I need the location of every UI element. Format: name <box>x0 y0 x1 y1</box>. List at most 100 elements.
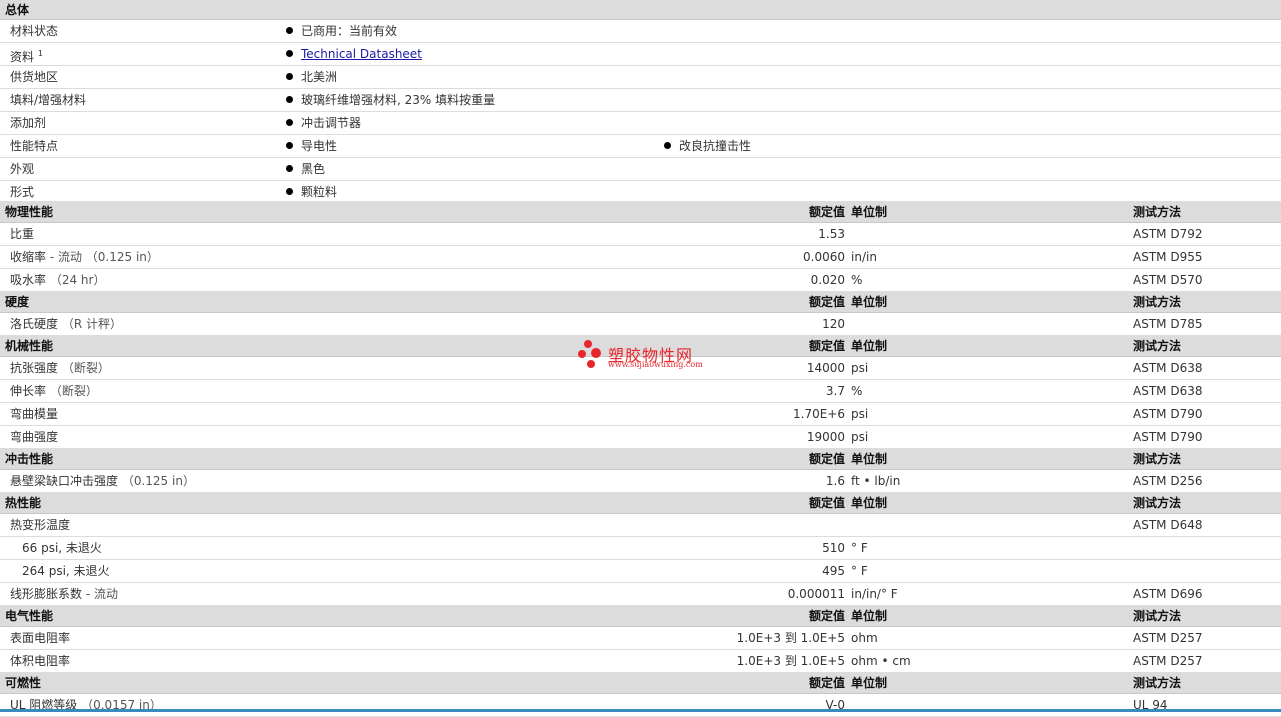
property-label: 抗张强度 （断裂） <box>10 357 110 379</box>
property-row: 264 psi, 未退火 495 ° F <box>0 560 1281 583</box>
property-unit: psi <box>851 430 869 444</box>
property-unit: ° F <box>851 564 868 578</box>
property-test-method: ASTM D257 <box>1133 631 1203 645</box>
property-test-method: ASTM D570 <box>1133 273 1203 287</box>
watermark-url: www.sujiaowuxing.com <box>608 360 703 369</box>
property-test-method: ASTM D792 <box>1133 227 1203 241</box>
property-condition: （24 hr） <box>46 273 106 287</box>
property-value: 3.7 <box>825 384 845 398</box>
property-name: 热变形温度 <box>10 518 71 532</box>
property-name: 66 psi, 未退火 <box>22 541 102 555</box>
property-row: UL 阻燃等级 （0.0157 in） V-0 UL 94 <box>0 694 1281 717</box>
property-test-method: ASTM D955 <box>1133 250 1203 264</box>
property-value: 1.6 <box>825 474 845 488</box>
property-unit: ohm <box>851 631 878 645</box>
row-label: 填料/增强材料 <box>10 93 87 107</box>
property-name: 收缩率 <box>10 250 47 264</box>
bullet-value: 已商用：当前有效 <box>286 20 397 42</box>
header-value: 额定值 <box>808 295 845 309</box>
property-name: 体积电阻率 <box>10 654 71 668</box>
row-label: 资料 1 <box>10 49 43 64</box>
property-label: 收缩率 - 流动 （0.125 in） <box>10 246 159 268</box>
header-test-method: 测试方法 <box>1133 609 1182 623</box>
watermark-logo: 塑胶物性网 www.sujiaowuxing.com <box>578 338 718 374</box>
property-unit: in/in <box>851 250 877 264</box>
property-row: 体积电阻率 1.0E+3 到 1.0E+5 ohm • cm ASTM D257 <box>0 650 1281 673</box>
property-name: 抗张强度 <box>10 361 59 375</box>
bullet-value: 导电性 <box>286 135 337 157</box>
general-row: 资料 1 Technical Datasheet <box>0 43 1281 66</box>
property-condition: （断裂） <box>58 361 110 375</box>
property-value: 1.0E+3 到 1.0E+5 <box>736 631 845 645</box>
technical-datasheet-link[interactable]: Technical Datasheet <box>301 47 422 61</box>
property-label: 洛氏硬度 （R 计秤） <box>10 313 122 335</box>
general-row: 供货地区 北美洲 <box>0 66 1281 89</box>
property-value: 0.020 <box>810 273 845 287</box>
section-title: 硬度 <box>5 295 30 309</box>
general-row: 添加剂 冲击调节器 <box>0 112 1281 135</box>
property-row: 洛氏硬度 （R 计秤） 120 ASTM D785 <box>0 313 1281 336</box>
section-header-general: 总体 <box>0 0 1281 20</box>
header-unit: 单位制 <box>851 609 888 623</box>
section-title: 热性能 <box>5 496 42 510</box>
property-label: 吸水率 （24 hr） <box>10 269 105 291</box>
bullet-value: 冲击调节器 <box>286 112 361 134</box>
header-value: 额定值 <box>808 609 845 623</box>
property-name: 264 psi, 未退火 <box>22 564 110 578</box>
property-label: 表面电阻率 <box>10 627 70 649</box>
bullet-value: 改良抗撞击性 <box>664 135 751 157</box>
row-label: 外观 <box>10 162 35 176</box>
logo-dot <box>591 348 601 358</box>
property-unit: ft • lb/in <box>851 474 901 488</box>
section-title: 可燃性 <box>5 676 42 690</box>
property-label: 比重 <box>10 223 34 245</box>
property-label: 264 psi, 未退火 <box>22 560 110 582</box>
property-unit: ° F <box>851 541 868 555</box>
property-test-method: ASTM D257 <box>1133 654 1203 668</box>
property-name: 比重 <box>10 227 35 241</box>
property-value: 120 <box>822 317 845 331</box>
property-value: 19000 <box>806 430 845 444</box>
logo-dot <box>587 360 595 368</box>
header-unit: 单位制 <box>851 295 888 309</box>
bullet-value: Technical Datasheet <box>286 43 422 65</box>
property-label: 弯曲模量 <box>10 403 58 425</box>
section-title: 冲击性能 <box>5 452 54 466</box>
header-unit: 单位制 <box>851 496 888 510</box>
property-row: 吸水率 （24 hr） 0.020% ASTM D570 <box>0 269 1281 292</box>
bullet-value: 北美洲 <box>286 66 337 88</box>
property-test-method: ASTM D785 <box>1133 317 1203 331</box>
header-unit: 单位制 <box>851 205 888 219</box>
header-test-method: 测试方法 <box>1133 676 1182 690</box>
property-unit: psi <box>851 361 869 375</box>
section-header: 热性能 额定值 单位制 测试方法 <box>0 493 1281 514</box>
bullet-value: 玻璃纤维增强材料, 23% 填料按重量 <box>286 89 495 111</box>
property-value: 14000 <box>806 361 845 375</box>
property-name: 吸水率 <box>10 273 47 287</box>
property-value: 495 <box>822 564 845 578</box>
row-label: 供货地区 <box>10 70 59 84</box>
property-value: V-0 <box>825 698 845 712</box>
section-title: 机械性能 <box>5 339 54 353</box>
property-row: 弯曲模量 1.70E+6 psi ASTM D790 <box>0 403 1281 426</box>
property-unit: ohm • cm <box>851 654 911 668</box>
property-value: 1.53 <box>818 227 845 241</box>
header-test-method: 测试方法 <box>1133 205 1182 219</box>
header-test-method: 测试方法 <box>1133 295 1182 309</box>
property-row: 66 psi, 未退火 510 ° F <box>0 537 1281 560</box>
row-label: 性能特点 <box>10 139 59 153</box>
property-test-method: ASTM D790 <box>1133 407 1203 421</box>
general-row: 材料状态 已商用：当前有效 <box>0 20 1281 43</box>
header-unit: 单位制 <box>851 452 888 466</box>
property-value: 0.0060 <box>803 250 845 264</box>
property-unit: psi <box>851 407 869 421</box>
property-label: 悬壁梁缺口冲击强度 （0.125 in） <box>10 470 195 492</box>
property-value: 510 <box>822 541 845 555</box>
property-name: 悬壁梁缺口冲击强度 <box>10 474 119 488</box>
property-row: 弯曲强度 19000 psi ASTM D790 <box>0 426 1281 449</box>
section-title: 总体 <box>5 3 30 17</box>
row-label: 添加剂 <box>10 116 47 130</box>
section-title: 物理性能 <box>5 205 54 219</box>
section-header: 硬度 额定值 单位制 测试方法 <box>0 292 1281 313</box>
property-test-method: ASTM D790 <box>1133 430 1203 444</box>
